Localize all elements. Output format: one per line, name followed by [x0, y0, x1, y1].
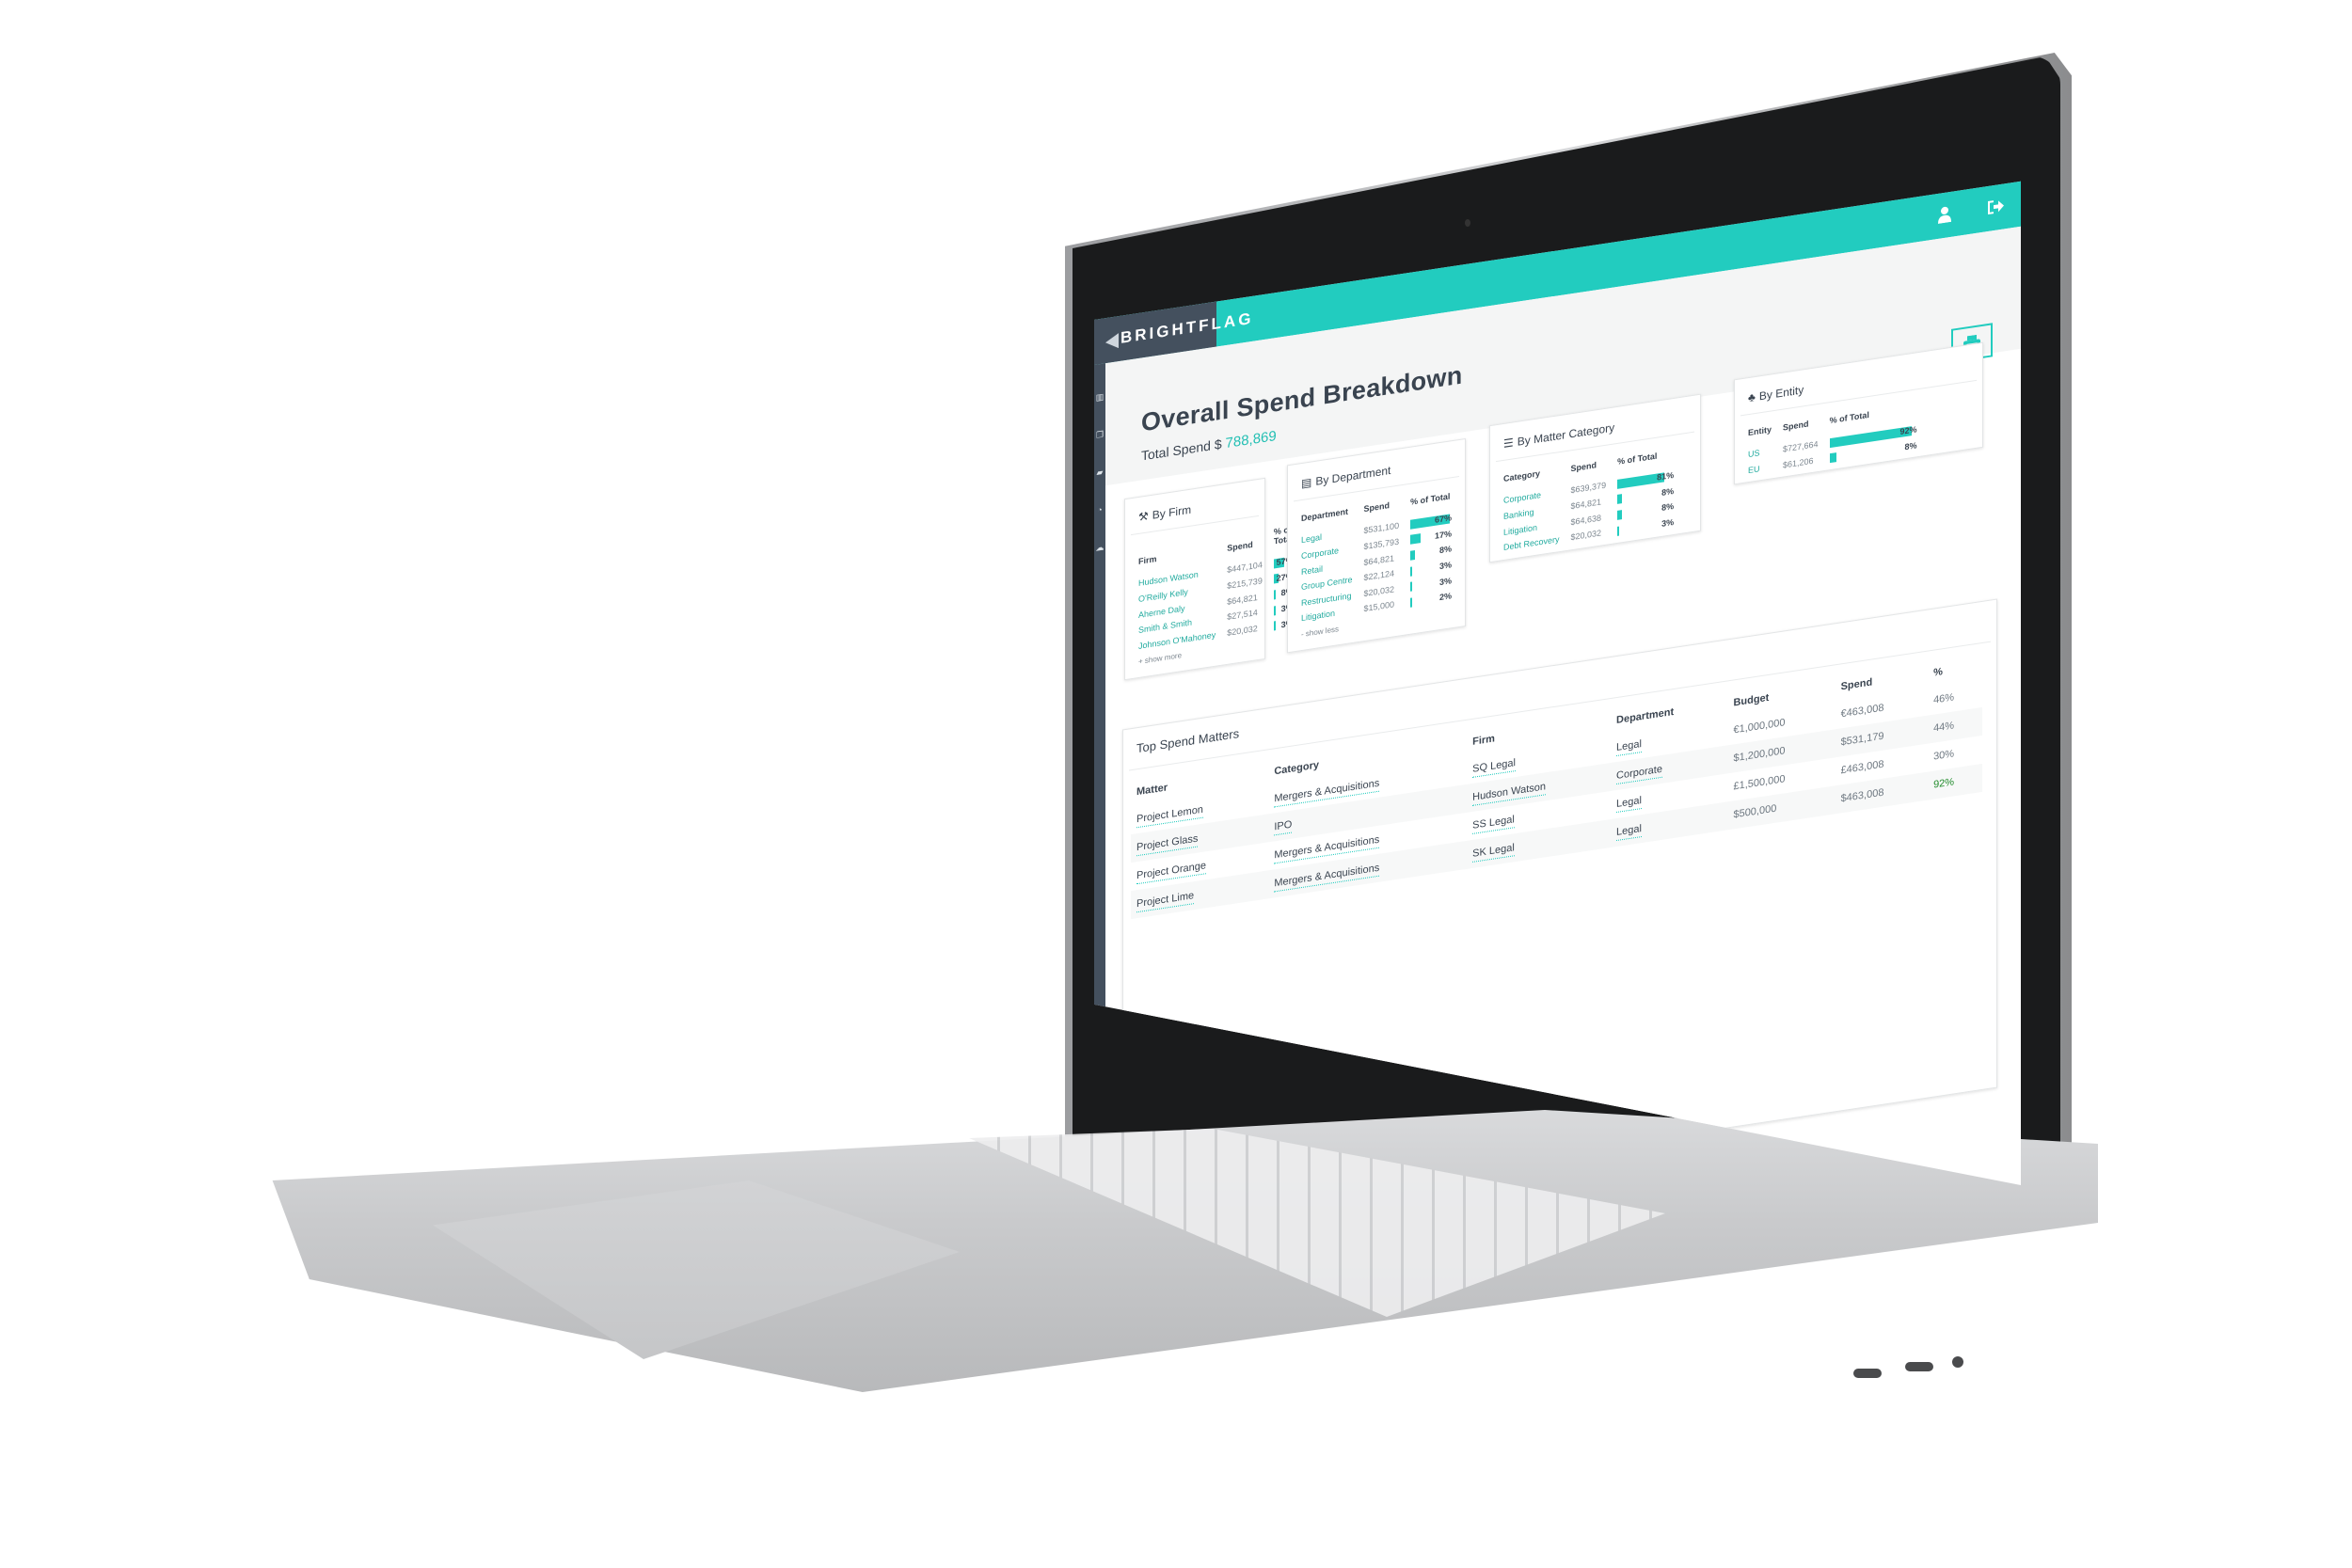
percent-bar	[1410, 597, 1413, 608]
percent-label: 3%	[1661, 516, 1675, 529]
category-value[interactable]: Mergers & Acquisitions	[1274, 862, 1380, 893]
by-firm-card: ⚒ By Firm Firm Spend % of Total Hudson W…	[1124, 477, 1294, 681]
firm-value[interactable]: SK Legal	[1472, 842, 1515, 863]
folder-icon[interactable]: ▰	[1095, 467, 1104, 478]
percent-bar	[1410, 549, 1416, 561]
percent-bar	[1410, 581, 1413, 592]
percent-label: 8%	[1438, 544, 1452, 556]
spend-value: £463,008	[1840, 758, 1884, 777]
percent-bar	[1410, 533, 1421, 546]
matter-value[interactable]: Project Lime	[1136, 890, 1195, 913]
laptop-base	[254, 1110, 2098, 1430]
percent-label: 92%	[1899, 424, 1917, 436]
matter-value[interactable]: Project Glass	[1136, 832, 1199, 857]
cloud-upload-icon[interactable]: ☁	[1095, 542, 1104, 552]
category-icon: ☰	[1503, 436, 1514, 451]
laptop-screen: BRIGHTFLAG ▥ ❐ ▰ ◔ ☁ Overall Spend Break…	[1094, 122, 2021, 1185]
percent-bar	[1617, 494, 1623, 505]
budget-value: £1,500,000	[1733, 773, 1786, 793]
budget-value: €1,000,000	[1733, 717, 1786, 736]
percent-bar	[1273, 590, 1276, 600]
firm-value[interactable]: SQ Legal	[1472, 757, 1516, 778]
department-value[interactable]: Corporate	[1616, 763, 1662, 785]
pct-value: 44%	[1933, 720, 1955, 735]
percent-bar	[1617, 510, 1623, 520]
percent-label: 8%	[1904, 439, 1917, 451]
usb-c-port	[1905, 1362, 1933, 1371]
percent-bar	[1829, 452, 1837, 464]
percent-label: 2%	[1438, 591, 1452, 603]
by-firm-table: Firm Spend % of Total Hudson Watson $447,…	[1133, 519, 1299, 655]
department-value[interactable]: Legal	[1616, 795, 1642, 814]
pct-value: 30%	[1933, 748, 1955, 763]
spend-value: $531,179	[1840, 730, 1884, 749]
budget-value: $1,200,000	[1733, 745, 1786, 765]
usb-c-port	[1853, 1369, 1882, 1378]
building-icon: ▤	[1301, 475, 1312, 491]
pct-value: 92%	[1933, 776, 1955, 791]
percent-label: 3%	[1438, 560, 1452, 572]
brand-name: BRIGHTFLAG	[1120, 309, 1254, 347]
webcam	[1465, 219, 1470, 227]
department-value[interactable]: Legal	[1616, 738, 1642, 757]
bar-chart-icon[interactable]: ▥	[1095, 391, 1104, 402]
percent-label: 8%	[1661, 485, 1675, 498]
percent-bar	[1273, 621, 1276, 631]
documents-icon[interactable]: ❐	[1095, 429, 1104, 440]
headphone-jack	[1952, 1356, 1963, 1368]
percent-bar	[1410, 565, 1413, 577]
by-category-table: Category Spend % of Total Corporate $639,…	[1498, 444, 1679, 556]
page-title: Overall Spend Breakdown	[1141, 360, 1463, 437]
user-icon[interactable]	[1934, 202, 1955, 226]
total-spend-value: 788,869	[1225, 428, 1277, 452]
logout-icon[interactable]	[1985, 195, 2006, 218]
percent-label: 8%	[1661, 501, 1675, 514]
card-title: ⚒ By Firm	[1131, 479, 1259, 536]
pct-value: 46%	[1933, 691, 1955, 706]
by-department-table: Department Spend % of Total Legal $531,10…	[1295, 486, 1457, 626]
percent-bar	[1617, 526, 1620, 536]
percent-bar	[1273, 605, 1276, 615]
spend-value: $463,008	[1840, 786, 1884, 805]
percent-label: 3%	[1438, 575, 1452, 587]
spend-value: €463,008	[1840, 702, 1884, 721]
by-department-card: ▤ By Department Department Spend % of To…	[1287, 437, 1466, 654]
firm-value[interactable]: SS Legal	[1472, 814, 1515, 834]
category-value[interactable]: IPO	[1274, 818, 1293, 836]
total-spend-label: Total Spend $	[1141, 436, 1222, 464]
department-value[interactable]: Legal	[1616, 823, 1642, 842]
flag-icon	[1105, 333, 1119, 351]
percent-label: 17%	[1434, 528, 1452, 541]
pie-chart-icon[interactable]: ◔	[1095, 504, 1104, 515]
percent-label: 81%	[1657, 469, 1675, 483]
gavel-icon: ⚒	[1138, 509, 1149, 524]
budget-value: $500,000	[1733, 802, 1777, 821]
sitemap-icon: ♣	[1748, 389, 1756, 405]
